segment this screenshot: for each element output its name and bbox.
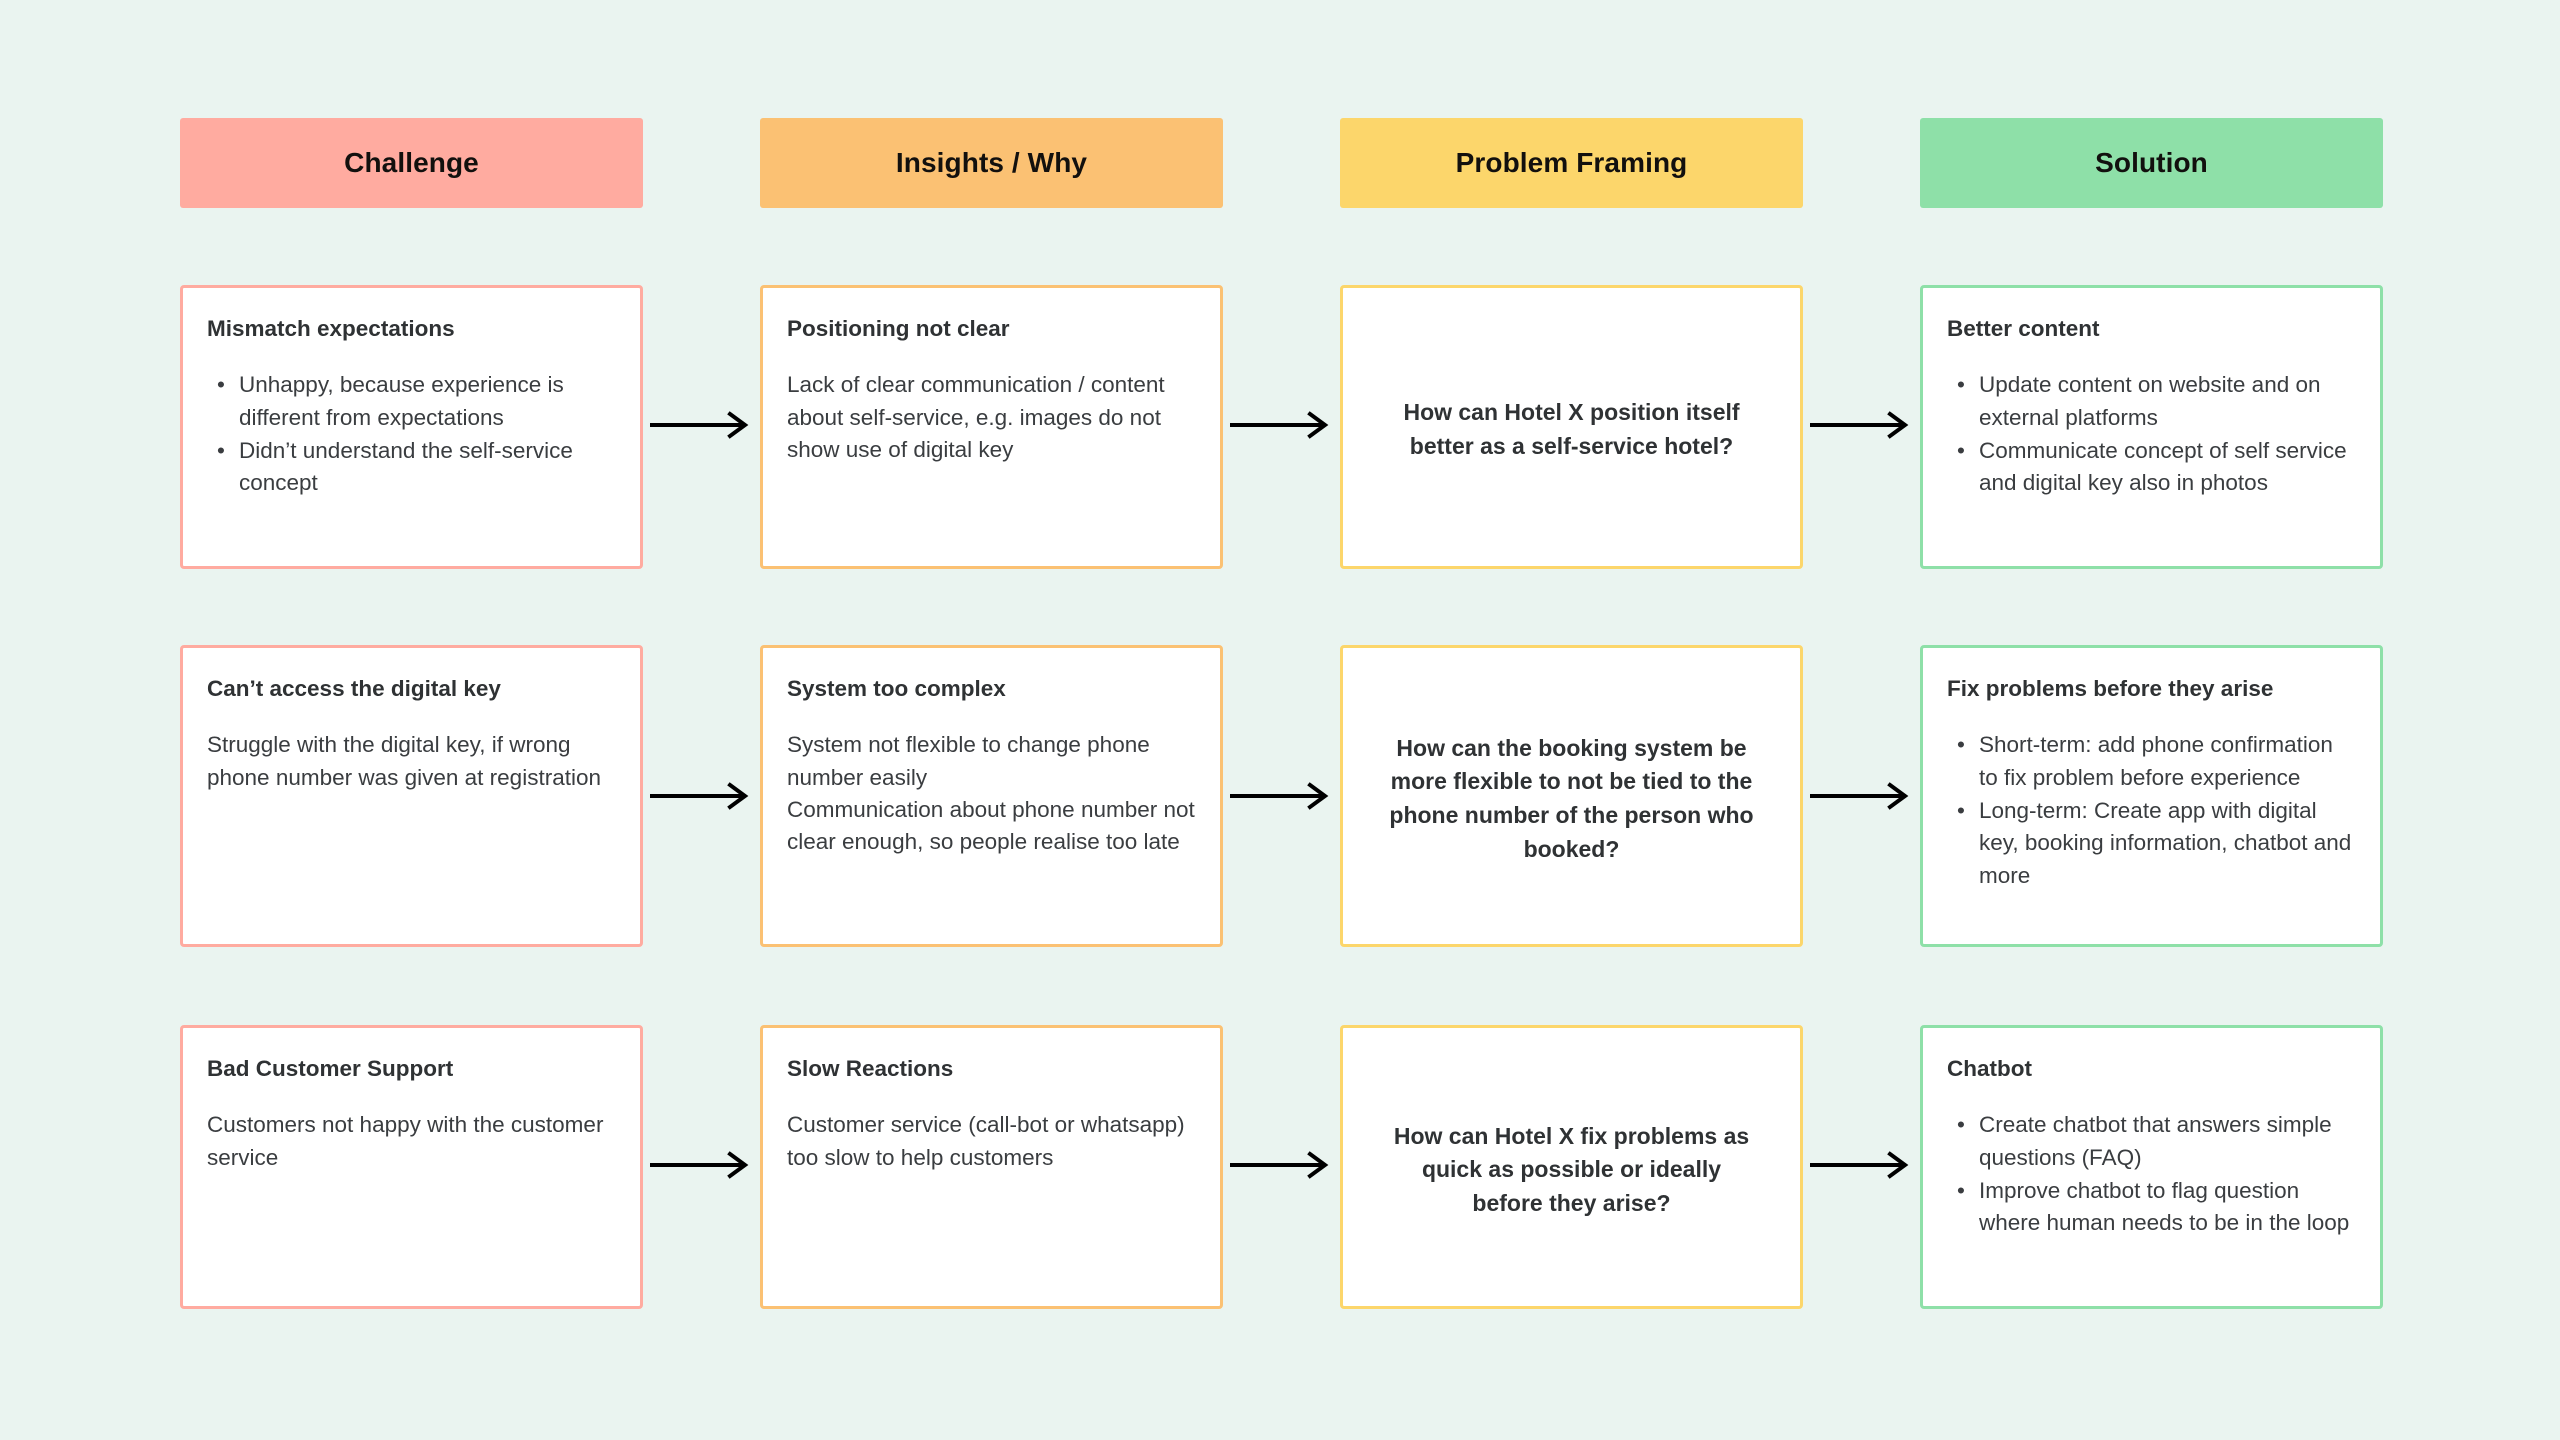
column-header-label: Challenge <box>344 147 479 178</box>
card-insights-row-2[interactable]: System too complex System not flexible t… <box>760 645 1223 947</box>
arrow-insights-to-problem-row-1 <box>1230 411 1334 439</box>
card-insights-row-1[interactable]: Positioning not clear Lack of clear comm… <box>760 285 1223 569</box>
card-paragraph: Communication about phone number not cle… <box>787 797 1195 855</box>
journey-map-board: Challenge Insights / Why Problem Framing… <box>0 0 2560 1440</box>
card-title: Mismatch expectations <box>207 316 455 341</box>
card-bullet-list: • Update content on website and on extern… <box>1947 369 2356 501</box>
arrow-challenge-to-insights-row-1 <box>650 411 754 439</box>
bullet-icon: • <box>217 438 225 464</box>
list-item-text: Update content on website and on externa… <box>1979 372 2321 430</box>
card-challenge-row-2[interactable]: Can’t access the digital key Struggle wi… <box>180 645 643 947</box>
column-header-solution: Solution <box>1920 118 2383 208</box>
card-question: How can Hotel X position itself better a… <box>1403 399 1740 459</box>
card-title: Slow Reactions <box>787 1056 954 1081</box>
arrow-challenge-to-insights-row-3 <box>650 1151 754 1179</box>
list-item: • Update content on website and on extern… <box>1947 369 2356 434</box>
card-bullet-list: • Unhappy, because experience is differen… <box>207 369 616 501</box>
list-item: • Short-term: add phone confirmation to f… <box>1947 729 2356 794</box>
list-item-text: Improve chatbot to flag question where h… <box>1979 1178 2350 1236</box>
arrow-problem-to-solution-row-1 <box>1810 411 1914 439</box>
card-title: System too complex <box>787 676 1006 701</box>
card-bullet-list: • Short-term: add phone confirmation to f… <box>1947 729 2356 893</box>
list-item: • Communicate concept of self service and… <box>1947 435 2356 500</box>
arrow-challenge-to-insights-row-2 <box>650 782 754 810</box>
arrow-insights-to-problem-row-2 <box>1230 782 1334 810</box>
card-paragraph: Struggle with the digital key, if wrong … <box>207 732 601 790</box>
column-header-insights: Insights / Why <box>760 118 1223 208</box>
list-item-text: Communicate concept of self service and … <box>1979 438 2347 496</box>
column-header-label: Problem Framing <box>1455 147 1688 178</box>
card-paragraph: Customer service (call-bot or whatsapp) … <box>787 1112 1185 1170</box>
list-item: • Didn’t understand the self-service conc… <box>207 435 616 500</box>
card-problem-framing-row-2[interactable]: How can the booking system be more flexi… <box>1340 645 1803 947</box>
card-challenge-row-1[interactable]: Mismatch expectations • Unhappy, because … <box>180 285 643 569</box>
bullet-icon: • <box>1957 372 1965 398</box>
card-problem-framing-row-1[interactable]: How can Hotel X position itself better a… <box>1340 285 1803 569</box>
list-item-text: Unhappy, because experience is different… <box>239 372 564 430</box>
bullet-icon: • <box>1957 798 1965 824</box>
column-header-problem-framing: Problem Framing <box>1340 118 1803 208</box>
column-header-label: Solution <box>2095 147 2208 178</box>
bullet-icon: • <box>217 372 225 398</box>
card-title: Fix problems before they arise <box>1947 676 2274 701</box>
card-question: How can Hotel X fix problems as quick as… <box>1393 1122 1750 1216</box>
list-item: • Unhappy, because experience is differen… <box>207 369 616 434</box>
card-title: Chatbot <box>1947 1056 2032 1081</box>
card-paragraph: Lack of clear communication / content ab… <box>787 372 1165 463</box>
arrow-problem-to-solution-row-2 <box>1810 782 1914 810</box>
list-item-text: Short-term: add phone confirmation to fi… <box>1979 732 2333 790</box>
bullet-icon: • <box>1957 732 1965 758</box>
arrow-problem-to-solution-row-3 <box>1810 1151 1914 1179</box>
card-title: Positioning not clear <box>787 316 1010 341</box>
card-title: Bad Customer Support <box>207 1056 454 1081</box>
card-solution-row-2[interactable]: Fix problems before they arise • Short-te… <box>1920 645 2383 947</box>
card-question: How can the booking system be more flexi… <box>1389 734 1754 862</box>
card-solution-row-3[interactable]: Chatbot • Create chatbot that answers sim… <box>1920 1025 2383 1309</box>
list-item-text: Long-term: Create app with digital key, … <box>1979 798 2352 888</box>
list-item: • Improve chatbot to flag question where … <box>1947 1175 2356 1240</box>
list-item-text: Create chatbot that answers simple quest… <box>1979 1112 2332 1170</box>
list-item-text: Didn’t understand the self-service conce… <box>239 438 573 496</box>
card-title: Can’t access the digital key <box>207 676 501 701</box>
arrow-insights-to-problem-row-3 <box>1230 1151 1334 1179</box>
card-problem-framing-row-3[interactable]: How can Hotel X fix problems as quick as… <box>1340 1025 1803 1309</box>
card-bullet-list: • Create chatbot that answers simple ques… <box>1947 1109 2356 1241</box>
card-paragraph: Customers not happy with the customer se… <box>207 1112 604 1170</box>
list-item: • Create chatbot that answers simple ques… <box>1947 1109 2356 1174</box>
card-title: Better content <box>1947 316 2100 341</box>
bullet-icon: • <box>1957 1178 1965 1204</box>
column-header-label: Insights / Why <box>895 147 1088 178</box>
card-challenge-row-3[interactable]: Bad Customer Support Customers not happy… <box>180 1025 643 1309</box>
list-item: • Long-term: Create app with digital key,… <box>1947 795 2356 892</box>
card-insights-row-3[interactable]: Slow Reactions Customer service (call-bo… <box>760 1025 1223 1309</box>
card-paragraph: System not flexible to change phone numb… <box>787 732 1150 790</box>
bullet-icon: • <box>1957 1112 1965 1138</box>
column-header-challenge: Challenge <box>180 118 643 208</box>
bullet-icon: • <box>1957 438 1965 464</box>
card-solution-row-1[interactable]: Better content • Update content on websit… <box>1920 285 2383 569</box>
